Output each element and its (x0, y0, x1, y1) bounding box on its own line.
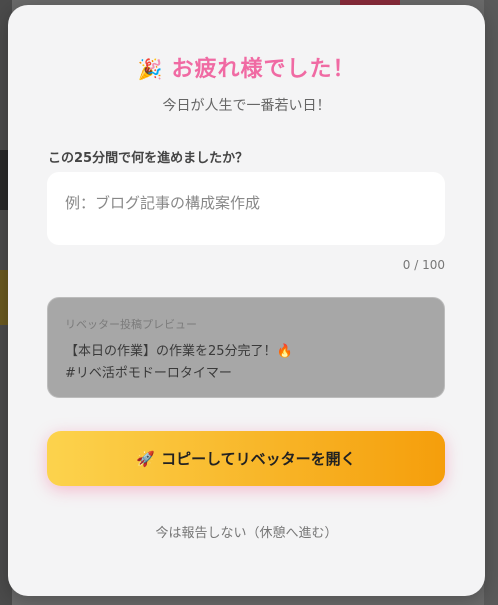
question-label: この25分間で何を進めましたか？ (48, 151, 249, 166)
modal-subtitle: 今日が人生で一番若い日！ (162, 98, 331, 114)
modal-title: 🎉 お疲れ様でした！ (8, 51, 485, 83)
post-preview: リベッター投稿プレビュー 【本日の作業】の作業を25分完了！🔥 #リベ活ポモドー… (47, 297, 445, 398)
preview-label: リベッター投稿プレビュー (65, 318, 197, 331)
background-page-right (484, 0, 498, 605)
copy-and-open-button[interactable]: 🚀 コピーしてリベッターを開く (47, 431, 445, 486)
party-popper-icon: 🎉 (137, 57, 164, 81)
preview-text: 【本日の作業】の作業を25分完了！ (65, 344, 277, 359)
fire-icon: 🔥 (276, 344, 293, 359)
rocket-icon: 🚀 (136, 449, 156, 468)
character-counter: 0 / 100 (402, 258, 445, 272)
task-input[interactable]: 例：ブログ記事の構成案作成 (47, 172, 445, 245)
preview-hashtag: #リベ活ポモドーロタイマー (65, 366, 232, 381)
copy-and-open-label: コピーしてリベッターを開く (161, 450, 356, 468)
completion-modal: 🎉 お疲れ様でした！ 今日が人生で一番若い日！ この25分間で何を進めましたか？ … (8, 5, 485, 596)
preview-line-1: 【本日の作業】の作業を25分完了！🔥 (65, 341, 427, 363)
skip-report-link[interactable]: 今は報告しない（休憩へ進む） (8, 522, 485, 541)
modal-title-text: お疲れ様でした！ (171, 57, 356, 82)
